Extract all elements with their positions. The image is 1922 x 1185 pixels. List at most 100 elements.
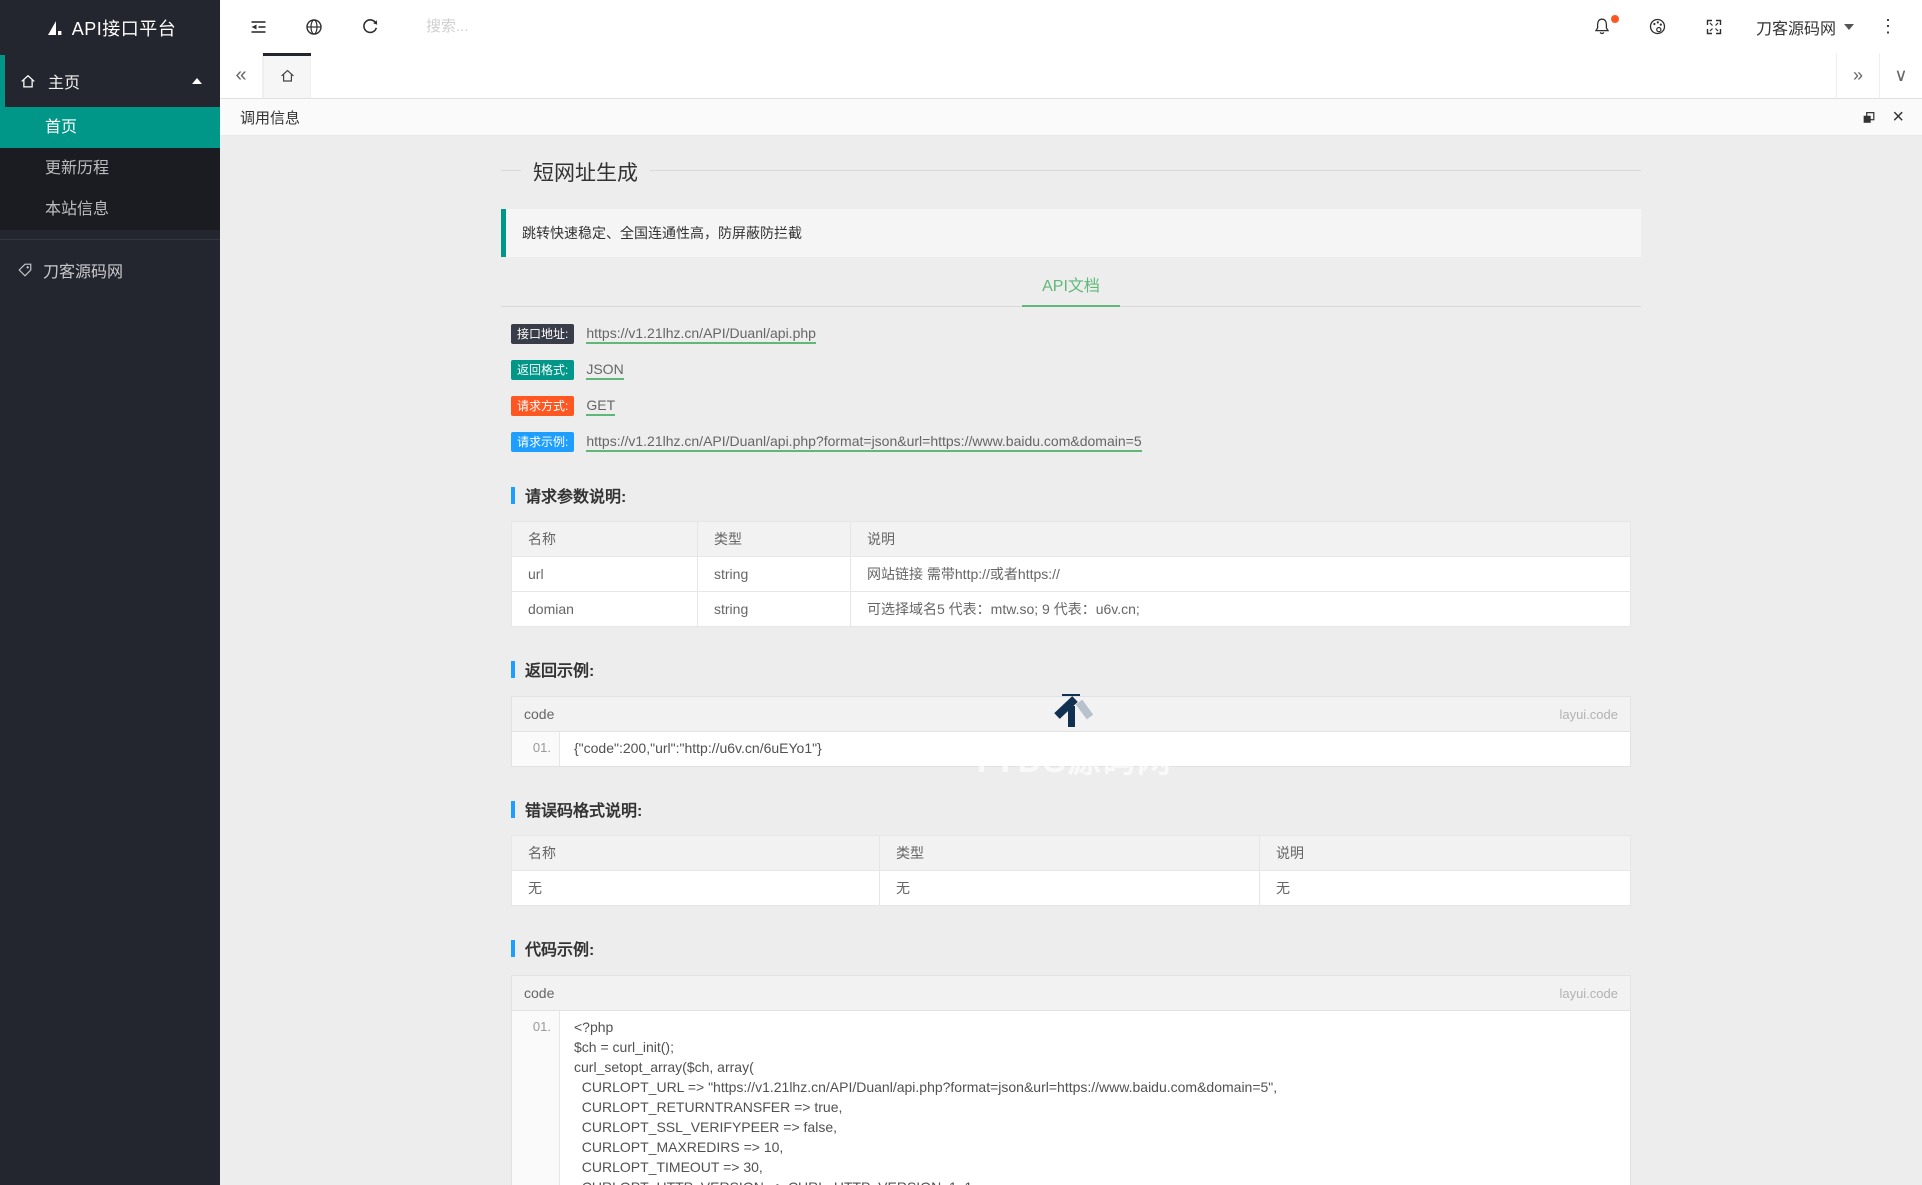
page-body: 短网址生成 跳转快速稳定、全国连通性高，防屏蔽防拦截 API文档 接口地址: h… [220, 136, 1922, 1185]
more-options-button[interactable]: ⋮ [1868, 0, 1908, 53]
param-table-header-row: 名称 类型 说明 [511, 521, 1631, 557]
quote-banner: 跳转快速稳定、全国连通性高，防屏蔽防拦截 [501, 209, 1641, 257]
code-line: CURLOPT_URL => "https://v1.21lhz.cn/API/… [574, 1079, 1278, 1095]
topbar-right: 刀客源码网 ⋮ [1574, 0, 1922, 53]
code-line: CURLOPT_SSL_VERIFYPEER => false, [574, 1119, 837, 1135]
cell-type: string [697, 556, 851, 592]
sidebar-item-siteinfo[interactable]: 本站信息 [0, 189, 220, 230]
cell-type: 无 [879, 870, 1260, 906]
tab-api-doc[interactable]: API文档 [1022, 269, 1120, 307]
collapse-sidebar-button[interactable] [230, 0, 286, 53]
error-table-body: 无 无 无 [511, 870, 1631, 906]
app-title: API接口平台 [71, 18, 177, 39]
cell-name: 无 [511, 870, 880, 906]
maximize-panel-button[interactable] [1861, 110, 1876, 125]
sidebar-group-home[interactable]: 主页 [0, 55, 220, 107]
cell-name: url [511, 556, 698, 592]
chevron-up-icon [192, 78, 202, 84]
site-home-button[interactable] [286, 0, 342, 53]
code-example-block: code layui.code 01. <?php $ch = curl_init… [511, 975, 1631, 1185]
table-row: url string 网站链接 需带http://或者https:// [511, 556, 1631, 592]
theme-button[interactable] [1630, 0, 1686, 53]
col-header-desc: 说明 [850, 521, 1631, 557]
fullscreen-icon [1706, 19, 1722, 34]
error-table: 名称 类型 说明 无 无 无 [511, 835, 1631, 906]
field-row-endpoint: 接口地址: https://v1.21lhz.cn/API/Duanl/api.… [511, 323, 1631, 345]
code-content: {"code":200,"url":"http://u6v.cn/6uEYo1"… [560, 732, 1630, 766]
code-block-header: code layui.code [512, 697, 1630, 732]
tabs-menu-button[interactable]: ∨ [1879, 53, 1922, 98]
shrink-menu-icon [251, 20, 265, 33]
sidebar-submenu: 首页 更新历程 本站信息 [0, 107, 220, 230]
format-link[interactable]: JSON [586, 361, 624, 380]
notifications-button[interactable] [1574, 0, 1630, 53]
code-line: CURLOPT_TIMEOUT => 30, [574, 1159, 763, 1175]
search-input[interactable] [424, 17, 728, 36]
code-line: CURLOPT_RETURNTRANSFER => true, [574, 1099, 843, 1115]
cell-desc: 无 [1259, 870, 1631, 906]
col-header-name: 名称 [511, 521, 698, 557]
method-link[interactable]: GET [586, 397, 616, 416]
field-row-format: 返回格式: JSON [511, 359, 1631, 381]
field-badge: 请求示例: [511, 432, 575, 452]
code-block-body: 01. {"code":200,"url":"http://u6v.cn/6uE… [512, 732, 1630, 766]
tab-home[interactable] [263, 53, 311, 98]
return-example-code-block: code layui.code 01. {"code":200,"url":"h… [511, 696, 1631, 767]
sidebar-item-changelog[interactable]: 更新历程 [0, 148, 220, 189]
panel-header: 调用信息 × [220, 99, 1922, 136]
sail-logo-icon [47, 20, 62, 35]
close-panel-button[interactable]: × [1892, 107, 1904, 127]
refresh-button[interactable] [342, 0, 398, 53]
code-line: curl_setopt_array($ch, array( [574, 1059, 754, 1075]
tabs-scroll-right-button[interactable]: » [1836, 53, 1879, 98]
panel-title: 调用信息 [240, 109, 301, 127]
code-block-body: 01. <?php $ch = curl_init(); curl_setopt_a… [512, 1011, 1630, 1185]
field-badge: 请求方式: [511, 396, 575, 416]
content: 短网址生成 跳转快速稳定、全国连通性高，防屏蔽防拦截 API文档 接口地址: h… [501, 157, 1641, 1185]
col-header-name: 名称 [511, 835, 880, 871]
api-fields: 接口地址: https://v1.21lhz.cn/API/Duanl/api.… [501, 323, 1641, 453]
layui-code-brand[interactable]: layui.code [1559, 986, 1618, 1001]
field-row-method: 请求方式: GET [511, 395, 1631, 417]
param-table: 名称 类型 说明 url string 网站链接 需带http://或者http… [511, 521, 1631, 627]
field-row-example: 请求示例: https://v1.21lhz.cn/API/Duanl/api.… [511, 431, 1631, 453]
code-block-header: code layui.code [512, 976, 1630, 1011]
sidebar-group-label: 主页 [48, 75, 81, 92]
sidebar-item-daoke[interactable]: 刀客源码网 [0, 249, 220, 291]
col-header-type: 类型 [879, 835, 1260, 871]
home-tab-icon [280, 69, 294, 82]
request-example-link[interactable]: https://v1.21lhz.cn/API/Duanl/api.php?fo… [586, 433, 1142, 452]
cell-desc: 可选择域名5 代表：mtw.so; 9 代表：u6v.cn; [850, 591, 1631, 627]
sidebar-divider [0, 239, 220, 240]
top-header: 刀客源码网 ⋮ [220, 0, 1922, 53]
tab-bar-right: » ∨ [1836, 53, 1922, 98]
app-logo: API接口平台 [0, 0, 220, 55]
doc-tab-bar: API文档 [501, 269, 1641, 307]
palette-icon [1650, 18, 1666, 35]
line-number: 01. [512, 732, 560, 766]
caret-down-icon [1844, 23, 1854, 30]
field-badge: 返回格式: [511, 360, 575, 380]
page-title-rule: 短网址生成 [501, 157, 1641, 187]
field-badge: 接口地址: [511, 324, 575, 344]
bell-icon [1594, 18, 1610, 35]
tabs-scroll-left-button[interactable]: « [220, 53, 263, 98]
line-number: 01. [512, 1011, 560, 1185]
col-header-type: 类型 [697, 521, 851, 557]
sidebar-item-index[interactable]: 首页 [0, 107, 220, 148]
code-block-title: code [524, 985, 555, 1001]
code-line: CURLOPT_HTTP_VERSION => CURL_HTTP_VERSIO… [574, 1177, 1630, 1185]
endpoint-link[interactable]: https://v1.21lhz.cn/API/Duanl/api.php [586, 325, 816, 344]
home-icon [21, 74, 35, 88]
user-menu[interactable]: 刀客源码网 [1742, 0, 1868, 53]
fullscreen-button[interactable] [1686, 0, 1742, 53]
sidebar-nav: 主页 首页 更新历程 本站信息 刀客源码网 [0, 55, 220, 291]
code-line: CURLOPT_MAXREDIRS => 10, [574, 1139, 784, 1155]
globe-icon [306, 18, 322, 35]
restore-icon [1863, 111, 1875, 123]
layui-code-brand[interactable]: layui.code [1559, 707, 1618, 722]
table-row: domian string 可选择域名5 代表：mtw.so; 9 代表：u6v… [511, 591, 1631, 627]
col-header-desc: 说明 [1259, 835, 1631, 871]
section-title-errors: 错误码格式说明: [511, 797, 1631, 821]
cell-desc: 网站链接 需带http://或者https:// [850, 556, 1631, 592]
